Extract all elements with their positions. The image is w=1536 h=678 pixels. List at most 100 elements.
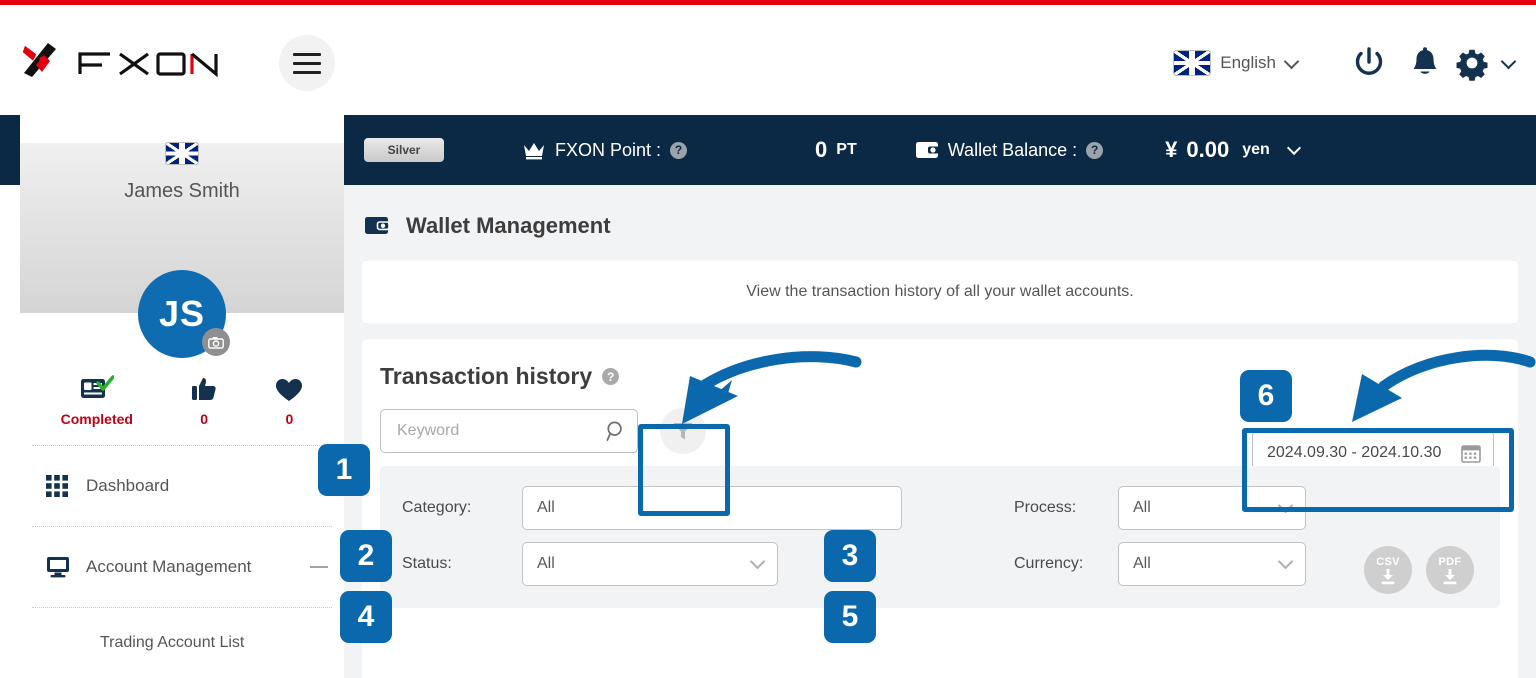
chevron-down-icon bbox=[1286, 140, 1301, 156]
avatar-initials: JS bbox=[158, 293, 206, 334]
panel-header: Transaction history ? bbox=[362, 339, 1518, 390]
fxon-point-group: FXON Point : ? bbox=[522, 140, 688, 161]
power-icon bbox=[1355, 47, 1383, 75]
stat-value: Completed bbox=[60, 411, 133, 427]
search-icon[interactable] bbox=[606, 420, 627, 442]
heart-icon bbox=[275, 371, 303, 403]
wallet-currency-symbol: ¥ bbox=[1165, 137, 1178, 162]
export-pdf-button[interactable]: PDF bbox=[1426, 546, 1474, 594]
panel-title: Transaction history bbox=[380, 363, 593, 389]
filter-label-process: Process: bbox=[1014, 499, 1077, 516]
stat-value: 0 bbox=[200, 411, 209, 427]
settings-button[interactable] bbox=[1453, 44, 1517, 82]
chevron-down-icon bbox=[749, 553, 766, 570]
sidebar-item-trading-account-list[interactable]: Trading Account List bbox=[20, 608, 344, 678]
page-description-card: View the transaction history of all your… bbox=[362, 261, 1518, 323]
stat-favorites: 0 bbox=[275, 371, 303, 427]
app-root: English Silver FXON Point: ? 0 PT Walle… bbox=[0, 0, 1536, 678]
hamburger-menu-button[interactable] bbox=[279, 35, 335, 91]
wallet-icon bbox=[365, 217, 390, 234]
export-csv-label: CSV bbox=[1376, 555, 1400, 568]
wallet-currency-unit: yen bbox=[1242, 141, 1270, 158]
fxon-wordmark-icon bbox=[78, 52, 218, 78]
search-box[interactable] bbox=[380, 409, 638, 453]
help-icon[interactable]: ? bbox=[670, 141, 688, 159]
crown-icon bbox=[524, 143, 544, 160]
sidebar-item-dashboard[interactable]: Dashboard bbox=[20, 446, 344, 526]
thumbs-up-icon bbox=[190, 371, 218, 403]
page-description: View the transaction history of all your… bbox=[746, 283, 1134, 300]
annotation-marker-6: 6 bbox=[1240, 370, 1292, 422]
sidebar-item-account-management[interactable]: Account Management bbox=[20, 527, 344, 607]
wallet-balance-label: Wallet Balance : bbox=[947, 139, 1078, 160]
profile-stats: Completed 0 0 bbox=[20, 371, 344, 427]
notifications-button[interactable] bbox=[1397, 35, 1453, 91]
annotation-marker-5: 5 bbox=[824, 591, 876, 643]
export-pdf-label: PDF bbox=[1438, 555, 1462, 568]
hamburger-bar bbox=[293, 70, 321, 74]
download-icon bbox=[1381, 568, 1395, 584]
chevron-down-icon bbox=[1277, 553, 1294, 570]
annotation-marker-4: 4 bbox=[340, 591, 392, 643]
sidebar: James Smith JS Completed 0 0 Dashboard A… bbox=[20, 115, 344, 678]
annotation-marker-3: 3 bbox=[824, 530, 876, 582]
highlight-box-filter-button bbox=[638, 424, 730, 516]
wallet-balance-value-group[interactable]: ¥ 0.00 yen bbox=[1165, 137, 1301, 163]
camera-icon bbox=[208, 336, 224, 349]
currency-select-value: All bbox=[1133, 555, 1151, 572]
wallet-icon bbox=[915, 142, 939, 158]
wallet-balance-group: Wallet Balance : ? bbox=[915, 139, 1104, 161]
status-select-value: All bbox=[537, 555, 555, 572]
fxon-mark-icon bbox=[22, 43, 56, 77]
category-select-value: All bbox=[537, 499, 555, 516]
stat-likes: 0 bbox=[190, 371, 218, 427]
annotation-marker-1: 1 bbox=[318, 444, 370, 496]
grid-icon bbox=[46, 475, 86, 497]
hamburger-bar bbox=[293, 52, 321, 56]
status-select[interactable]: All bbox=[522, 542, 778, 586]
sidebar-item-label: Account Management bbox=[86, 557, 252, 576]
user-name: James Smith bbox=[124, 180, 240, 202]
change-avatar-button[interactable] bbox=[202, 328, 230, 356]
account-info-bar: Silver FXON Point : ? 0 PT Wallet Balanc… bbox=[344, 115, 1536, 185]
uk-flag-icon bbox=[1174, 51, 1211, 75]
help-icon[interactable]: ? bbox=[1086, 141, 1104, 159]
filter-label-category: Category: bbox=[402, 499, 472, 516]
hamburger-bar bbox=[293, 61, 321, 65]
power-button[interactable] bbox=[1341, 35, 1397, 91]
brand-logo[interactable] bbox=[18, 35, 236, 87]
language-label: English bbox=[1220, 53, 1276, 72]
wallet-balance-value: 0.00 bbox=[1186, 137, 1230, 162]
download-icon bbox=[1443, 568, 1457, 584]
chevron-down-icon bbox=[1283, 53, 1300, 69]
fxon-point-unit: PT bbox=[836, 141, 857, 158]
highlight-box-date-range bbox=[1242, 428, 1514, 512]
annotation-marker-2: 2 bbox=[340, 530, 392, 582]
stat-value: 0 bbox=[285, 411, 294, 427]
page-title: Wallet Management bbox=[406, 213, 611, 238]
process-select-value: All bbox=[1133, 499, 1151, 516]
rank-badge: Silver bbox=[364, 138, 444, 162]
monitor-icon bbox=[46, 556, 86, 578]
top-header: English bbox=[0, 5, 1536, 115]
bell-icon bbox=[1413, 47, 1437, 74]
left-navy-strip bbox=[0, 115, 20, 185]
currency-select[interactable]: All bbox=[1118, 542, 1306, 586]
gear-icon bbox=[1456, 49, 1488, 81]
chevron-down-icon bbox=[1500, 53, 1517, 69]
filter-label-status: Status: bbox=[402, 555, 452, 572]
sidebar-item-label: Trading Account List bbox=[100, 634, 245, 651]
sidebar-profile-header: James Smith JS bbox=[20, 143, 344, 358]
filter-row: Status: All Currency: All bbox=[380, 536, 1500, 592]
language-selector[interactable]: English bbox=[1174, 51, 1300, 75]
fxon-point-value: 0 bbox=[815, 137, 828, 162]
export-buttons: CSV PDF bbox=[1364, 546, 1474, 594]
collapse-icon[interactable] bbox=[310, 566, 328, 568]
avatar[interactable]: JS bbox=[138, 270, 230, 358]
filter-label-currency: Currency: bbox=[1014, 555, 1084, 572]
export-csv-button[interactable]: CSV bbox=[1364, 546, 1412, 594]
help-icon[interactable]: ? bbox=[602, 368, 620, 385]
fxon-point-value-group: 0 PT bbox=[815, 137, 857, 163]
id-card-check-icon bbox=[61, 371, 133, 403]
search-input[interactable] bbox=[395, 421, 606, 441]
